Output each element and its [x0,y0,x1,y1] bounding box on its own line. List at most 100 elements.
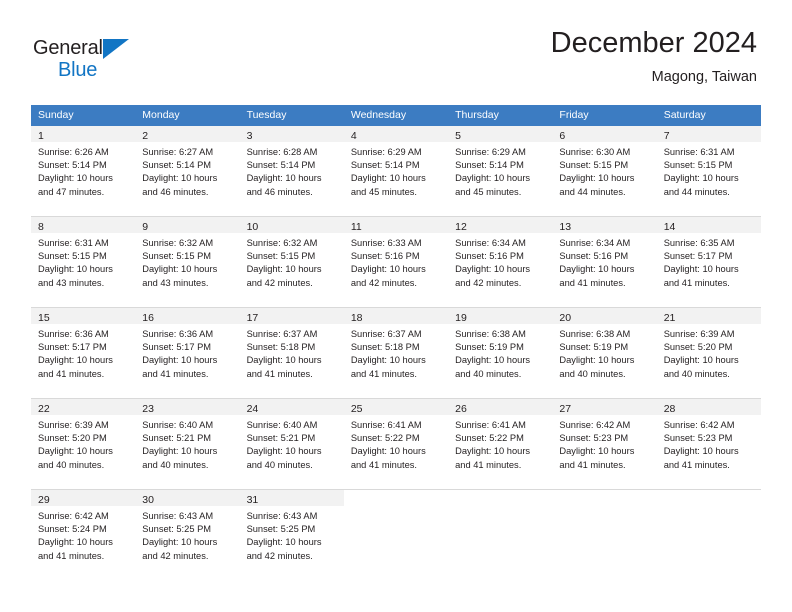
day-cell[interactable]: 7 Sunrise: 6:31 AM Sunset: 5:15 PM Dayli… [656,126,761,216]
day-details: Sunrise: 6:43 AM Sunset: 5:25 PM Dayligh… [240,506,344,563]
day-cell[interactable]: 12 Sunrise: 6:34 AM Sunset: 5:16 PM Dayl… [448,217,553,307]
daylight-text-line2: and 41 minutes. [350,459,417,470]
week-row: 15 Sunrise: 6:36 AM Sunset: 5:17 PM Dayl… [31,308,761,399]
day-cell[interactable]: 24 Sunrise: 6:40 AM Sunset: 5:21 PM Dayl… [239,399,344,489]
day-number-band: 9 [135,217,240,233]
day-cell[interactable]: 4 Sunrise: 6:29 AM Sunset: 5:14 PM Dayli… [343,126,449,216]
day-cell[interactable]: 10 Sunrise: 6:32 AM Sunset: 5:15 PM Dayl… [239,217,344,307]
daylight-text-line1: Daylight: 10 hours [455,264,531,275]
daylight-text-line1: Daylight: 10 hours [38,537,113,548]
day-number-band: 8 [31,217,136,233]
calendar-grid: Sunday Monday Tuesday Wednesday Thursday… [31,105,761,580]
day-number-band: 19 [448,308,553,324]
daylight-text-line2: and 43 minutes. [38,277,105,288]
sunrise-text: Sunrise: 6:41 AM [350,420,422,430]
sunset-text: Sunset: 5:24 PM [38,524,107,535]
day-details: Sunrise: 6:42 AM Sunset: 5:24 PM Dayligh… [31,506,135,563]
day-number-band: 2 [135,126,240,142]
daylight-text-line2: and 41 minutes. [559,459,626,470]
day-number-band: 11 [343,217,449,233]
sunset-text: Sunset: 5:18 PM [246,342,316,353]
day-cell[interactable]: 6 Sunrise: 6:30 AM Sunset: 5:15 PM Dayli… [552,126,657,216]
sunrise-text: Sunrise: 6:36 AM [142,329,214,339]
day-cell[interactable]: 21 Sunrise: 6:39 AM Sunset: 5:20 PM Dayl… [656,308,761,398]
day-number: 28 [663,403,676,415]
daylight-text-line2: and 43 minutes. [142,277,209,288]
daylight-text-line1: Daylight: 10 hours [455,355,531,366]
day-cell-empty [656,490,761,580]
sunset-text: Sunset: 5:19 PM [559,342,629,353]
day-number-band: 17 [239,308,344,324]
day-details: Sunrise: 6:36 AM Sunset: 5:17 PM Dayligh… [31,324,135,381]
general-blue-logo[interactable]: General Blue [33,36,173,82]
day-number-band: 3 [239,126,344,142]
weekday-header-tuesday: Tuesday [246,109,287,121]
day-cell[interactable]: 25 Sunrise: 6:41 AM Sunset: 5:22 PM Dayl… [343,399,449,489]
day-cell[interactable]: 13 Sunrise: 6:34 AM Sunset: 5:16 PM Dayl… [552,217,657,307]
daylight-text-line2: and 42 minutes. [350,277,417,288]
daylight-text-line1: Daylight: 10 hours [559,446,635,457]
day-details: Sunrise: 6:32 AM Sunset: 5:15 PM Dayligh… [240,233,344,290]
day-number: 6 [559,130,566,142]
daylight-text-line2: and 41 minutes. [38,368,105,379]
day-cell[interactable]: 30 Sunrise: 6:43 AM Sunset: 5:25 PM Dayl… [135,490,240,580]
day-cell[interactable]: 16 Sunrise: 6:36 AM Sunset: 5:17 PM Dayl… [135,308,240,398]
day-cell[interactable]: 23 Sunrise: 6:40 AM Sunset: 5:21 PM Dayl… [135,399,240,489]
page-title: December 2024 [550,27,757,59]
day-details: Sunrise: 6:33 AM Sunset: 5:16 PM Dayligh… [344,233,448,290]
sunset-text: Sunset: 5:14 PM [38,160,107,171]
daylight-text-line2: and 41 minutes. [246,368,313,379]
weekday-header-row: Sunday Monday Tuesday Wednesday Thursday… [31,105,761,126]
day-details: Sunrise: 6:37 AM Sunset: 5:18 PM Dayligh… [344,324,448,381]
day-number-band: 4 [343,126,449,142]
day-number: 16 [142,312,154,324]
day-details: Sunrise: 6:42 AM Sunset: 5:23 PM Dayligh… [657,415,761,472]
sunset-text: Sunset: 5:21 PM [142,433,212,444]
day-cell[interactable]: 18 Sunrise: 6:37 AM Sunset: 5:18 PM Dayl… [343,308,449,398]
daylight-text-line2: and 45 minutes. [350,186,417,197]
day-cell[interactable]: 17 Sunrise: 6:37 AM Sunset: 5:18 PM Dayl… [239,308,344,398]
day-cell[interactable]: 27 Sunrise: 6:42 AM Sunset: 5:23 PM Dayl… [552,399,657,489]
weekday-header-saturday: Saturday [663,109,706,121]
day-cell[interactable]: 9 Sunrise: 6:32 AM Sunset: 5:15 PM Dayli… [135,217,240,307]
daylight-text-line2: and 40 minutes. [38,459,105,470]
day-number-band: 1 [31,126,136,142]
sunrise-text: Sunrise: 6:30 AM [559,147,631,157]
day-cell[interactable]: 31 Sunrise: 6:43 AM Sunset: 5:25 PM Dayl… [239,490,344,580]
day-cell[interactable]: 19 Sunrise: 6:38 AM Sunset: 5:19 PM Dayl… [448,308,553,398]
daylight-text-line1: Daylight: 10 hours [38,173,113,184]
day-number: 19 [455,312,467,324]
day-number: 27 [559,403,572,415]
day-cell[interactable]: 3 Sunrise: 6:28 AM Sunset: 5:14 PM Dayli… [239,126,344,216]
day-cell[interactable]: 5 Sunrise: 6:29 AM Sunset: 5:14 PM Dayli… [448,126,553,216]
day-cell[interactable]: 14 Sunrise: 6:35 AM Sunset: 5:17 PM Dayl… [656,217,761,307]
day-cell[interactable]: 28 Sunrise: 6:42 AM Sunset: 5:23 PM Dayl… [656,399,761,489]
day-cell[interactable]: 20 Sunrise: 6:38 AM Sunset: 5:19 PM Dayl… [552,308,657,398]
day-number: 11 [350,221,362,233]
day-details: Sunrise: 6:41 AM Sunset: 5:22 PM Dayligh… [344,415,448,472]
day-cell-empty [448,490,553,580]
day-number: 29 [38,494,50,506]
day-cell[interactable]: 29 Sunrise: 6:42 AM Sunset: 5:24 PM Dayl… [31,490,136,580]
daylight-text-line2: and 41 minutes. [38,550,105,561]
sunset-text: Sunset: 5:15 PM [246,251,316,262]
day-cell[interactable]: 26 Sunrise: 6:41 AM Sunset: 5:22 PM Dayl… [448,399,553,489]
day-cell[interactable]: 2 Sunrise: 6:27 AM Sunset: 5:14 PM Dayli… [135,126,240,216]
daylight-text-line1: Daylight: 10 hours [350,355,426,366]
day-cell[interactable]: 1 Sunrise: 6:26 AM Sunset: 5:14 PM Dayli… [31,126,136,216]
daylight-text-line1: Daylight: 10 hours [455,173,531,184]
day-number: 24 [246,403,259,415]
sunset-text: Sunset: 5:22 PM [455,433,524,444]
day-cell[interactable]: 15 Sunrise: 6:36 AM Sunset: 5:17 PM Dayl… [31,308,136,398]
daylight-text-line2: and 40 minutes. [559,368,626,379]
day-cell[interactable]: 8 Sunrise: 6:31 AM Sunset: 5:15 PM Dayli… [31,217,136,307]
day-number: 1 [38,130,44,142]
daylight-text-line2: and 42 minutes. [142,550,209,561]
daylight-text-line2: and 40 minutes. [455,368,522,379]
day-number: 18 [350,312,363,324]
day-details: Sunrise: 6:35 AM Sunset: 5:17 PM Dayligh… [657,233,761,290]
day-cell[interactable]: 11 Sunrise: 6:33 AM Sunset: 5:16 PM Dayl… [343,217,449,307]
weekday-header-sunday: Sunday [38,109,74,121]
daylight-text-line1: Daylight: 10 hours [350,264,426,275]
day-cell[interactable]: 22 Sunrise: 6:39 AM Sunset: 5:20 PM Dayl… [31,399,136,489]
